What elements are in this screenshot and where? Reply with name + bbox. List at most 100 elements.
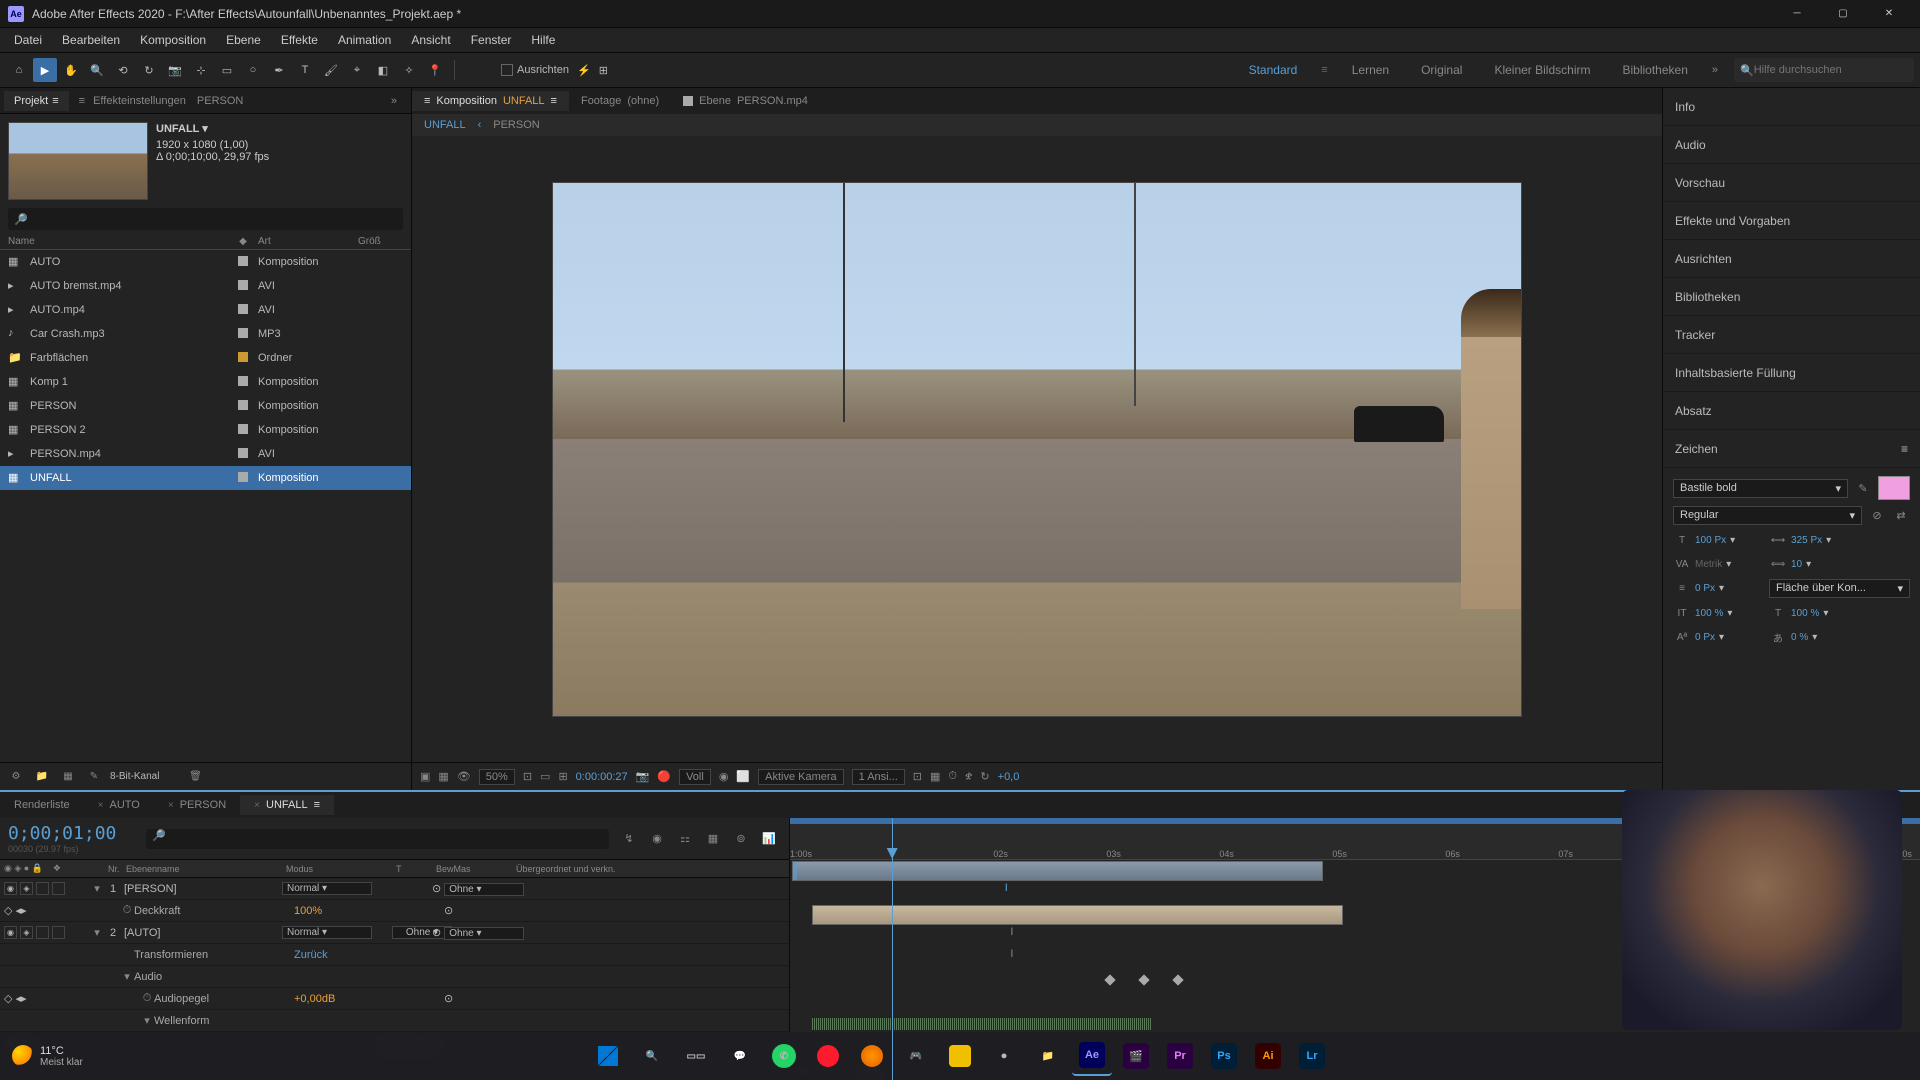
- keyframe[interactable]: [1139, 974, 1150, 985]
- task-app1[interactable]: 🎮: [896, 1036, 936, 1076]
- comp-tab-composition[interactable]: ≡ Komposition UNFALL ≡: [412, 91, 569, 111]
- minimize-button[interactable]: ─: [1774, 0, 1820, 28]
- snapshot-icon[interactable]: 📷: [636, 770, 650, 783]
- edit-marker-1[interactable]: I: [1010, 926, 1013, 938]
- property-row[interactable]: ▾Audio: [0, 966, 789, 988]
- new-folder-icon[interactable]: 📁: [32, 767, 52, 787]
- flow-crumb-unfall[interactable]: UNFALL: [424, 119, 466, 131]
- start-button[interactable]: [588, 1036, 628, 1076]
- inpoint-marker[interactable]: I: [1005, 882, 1008, 894]
- snap-checkbox[interactable]: [501, 64, 513, 76]
- property-row[interactable]: ▾Wellenform: [0, 1010, 789, 1032]
- vscale-value[interactable]: 100 %: [1695, 608, 1723, 619]
- task-opera[interactable]: [808, 1036, 848, 1076]
- tracking-value[interactable]: 10: [1791, 559, 1802, 570]
- baseline-value[interactable]: 0 Px: [1695, 632, 1715, 643]
- eyedropper-icon[interactable]: ✎: [1854, 479, 1872, 497]
- mask-toggle-icon[interactable]: 👁: [457, 770, 471, 783]
- col-type[interactable]: Art: [258, 236, 358, 247]
- timeline-icon[interactable]: ⏱: [948, 770, 957, 783]
- character-panel-header[interactable]: Zeichen≡: [1663, 430, 1920, 468]
- graph-editor-icon[interactable]: 📊: [757, 827, 781, 851]
- roto-tool[interactable]: ✧: [397, 58, 421, 82]
- resolution-dropdown[interactable]: Voll: [679, 769, 711, 785]
- hand-tool[interactable]: ✋: [59, 58, 83, 82]
- timeline-tab-person[interactable]: × PERSON: [154, 795, 240, 815]
- trash-icon[interactable]: 🗑: [185, 767, 205, 787]
- anchor-tool[interactable]: ⊹: [189, 58, 213, 82]
- project-search[interactable]: 🔎: [8, 208, 403, 230]
- help-search[interactable]: 🔍: [1734, 58, 1914, 82]
- puppet-tool[interactable]: 📍: [423, 58, 447, 82]
- snap-options-icon[interactable]: ⚡: [577, 64, 591, 77]
- help-search-input[interactable]: [1754, 64, 1908, 76]
- task-illustrator[interactable]: Ai: [1248, 1036, 1288, 1076]
- panel-info[interactable]: Info: [1663, 88, 1920, 126]
- workspace-small[interactable]: Kleiner Bildschirm: [1486, 59, 1598, 81]
- camera-tool[interactable]: 📷: [163, 58, 187, 82]
- shy-icon[interactable]: ⚏: [673, 827, 697, 851]
- rect-tool[interactable]: ▭: [215, 58, 239, 82]
- hscale-value[interactable]: 100 %: [1791, 608, 1819, 619]
- layer-row[interactable]: ◉◈▾1[PERSON]Normal ▾⊙ Ohne ▾: [0, 878, 789, 900]
- orbit-tool[interactable]: ⟲: [111, 58, 135, 82]
- frame-blend-icon[interactable]: ▦: [701, 827, 725, 851]
- task-photoshop[interactable]: Ps: [1204, 1036, 1244, 1076]
- property-row[interactable]: ◇ ◂▸⏱Audiopegel+0,00dB⊙: [0, 988, 789, 1010]
- layer-row[interactable]: ◉◈▾2[AUTO]Normal ▾Ohne ▾⊙ Ohne ▾: [0, 922, 789, 944]
- swap-colors-icon[interactable]: ⇄: [1892, 507, 1910, 525]
- resolution-icon[interactable]: ⊡: [523, 770, 532, 783]
- brush-tool[interactable]: 🖌: [319, 58, 343, 82]
- panel-effekte-und-vorgaben[interactable]: Effekte und Vorgaben: [1663, 202, 1920, 240]
- timeline-tab-auto[interactable]: × AUTO: [84, 795, 154, 815]
- pixel-ratio-icon[interactable]: ⊡: [913, 770, 922, 783]
- edit-marker-2[interactable]: I: [1010, 948, 1013, 960]
- tsume-value[interactable]: 0 %: [1791, 632, 1808, 643]
- project-item[interactable]: ▦PERSON 2Komposition: [0, 418, 411, 442]
- workspace-standard[interactable]: Standard: [1241, 59, 1306, 81]
- eraser-tool[interactable]: ◧: [371, 58, 395, 82]
- workspace-learn[interactable]: Lernen: [1344, 59, 1397, 81]
- channel-icon[interactable]: 🔴: [657, 770, 671, 783]
- panel-audio[interactable]: Audio: [1663, 126, 1920, 164]
- view3d-dropdown[interactable]: Aktive Kamera: [758, 769, 844, 785]
- task-lightroom[interactable]: Lr: [1292, 1036, 1332, 1076]
- project-item[interactable]: ▦PERSONKomposition: [0, 394, 411, 418]
- task-teams[interactable]: 💬: [720, 1036, 760, 1076]
- effect-controls-tab[interactable]: ≡Effekteinstellungen PERSON»: [69, 91, 407, 111]
- property-row[interactable]: TransformierenZurück: [0, 944, 789, 966]
- menu-window[interactable]: Fenster: [461, 30, 522, 50]
- col-label[interactable]: ◆: [228, 236, 258, 247]
- leading-value[interactable]: 325 Px: [1791, 535, 1822, 546]
- motion-blur-icon[interactable]: ⊚: [729, 827, 753, 851]
- panel-bibliotheken[interactable]: Bibliotheken: [1663, 278, 1920, 316]
- task-explorer[interactable]: 📁: [1028, 1036, 1068, 1076]
- draft3d-icon[interactable]: ◉: [645, 827, 669, 851]
- task-whatsapp[interactable]: ✆: [764, 1036, 804, 1076]
- workspace-overflow-icon[interactable]: »: [1712, 64, 1718, 76]
- stroke-value[interactable]: 0 Px: [1695, 583, 1715, 594]
- workspace-original[interactable]: Original: [1413, 59, 1470, 81]
- menu-layer[interactable]: Ebene: [216, 30, 271, 50]
- menu-effects[interactable]: Effekte: [271, 30, 328, 50]
- zoom-tool[interactable]: 🔍: [85, 58, 109, 82]
- weather-widget[interactable]: 11°C Meist klar: [12, 1045, 83, 1068]
- flowchart-icon[interactable]: ቋ: [965, 770, 972, 783]
- composition-viewer[interactable]: [412, 136, 1662, 762]
- close-button[interactable]: ✕: [1866, 0, 1912, 28]
- new-comp-icon[interactable]: ▦: [58, 767, 78, 787]
- task-premiere[interactable]: Pr: [1160, 1036, 1200, 1076]
- grid-icon[interactable]: ⊞: [558, 770, 567, 783]
- clip-auto[interactable]: [812, 905, 1343, 925]
- task-app2[interactable]: [940, 1036, 980, 1076]
- comp-tab-footage[interactable]: Footage (ohne): [569, 91, 671, 111]
- timeline-tab-renderliste[interactable]: Renderliste: [0, 795, 84, 815]
- panel-inhaltsbasierte-füllung[interactable]: Inhaltsbasierte Füllung: [1663, 354, 1920, 392]
- panel-vorschau[interactable]: Vorschau: [1663, 164, 1920, 202]
- comp-tab-layer[interactable]: Ebene PERSON.mp4: [671, 91, 820, 111]
- panel-absatz[interactable]: Absatz: [1663, 392, 1920, 430]
- home-tool[interactable]: ⌂: [7, 58, 31, 82]
- font-family-dropdown[interactable]: Bastile bold▾: [1673, 479, 1848, 498]
- current-timecode[interactable]: 0;00;01;00: [8, 823, 138, 844]
- panel-tracker[interactable]: Tracker: [1663, 316, 1920, 354]
